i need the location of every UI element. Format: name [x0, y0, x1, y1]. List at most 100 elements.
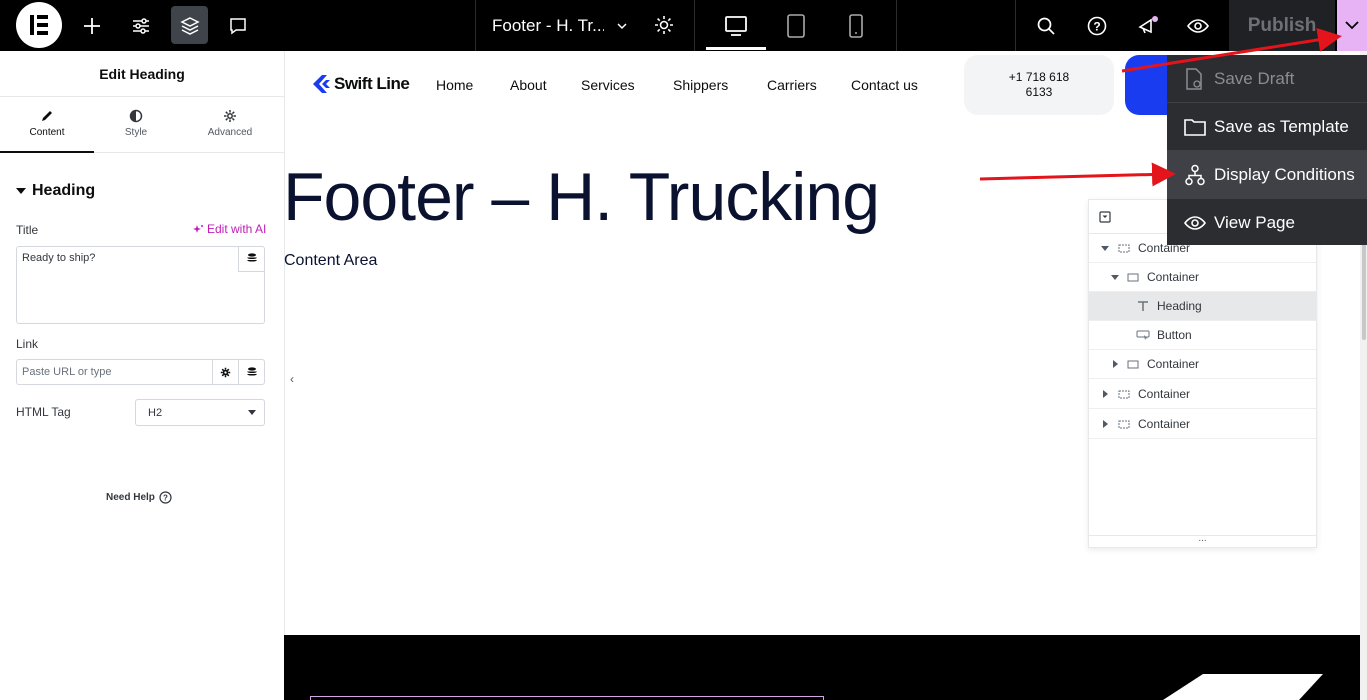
link-dynamic-tags-button[interactable]	[238, 359, 264, 385]
document-title-menu[interactable]: Footer - H. Tr...	[476, 0, 694, 51]
navigator-resize-handle[interactable]: ...	[1089, 534, 1316, 547]
publish-button[interactable]: Publish	[1229, 0, 1335, 51]
phone-button[interactable]: +1 718 618 6133	[964, 55, 1114, 115]
caret-right-icon	[1103, 420, 1108, 428]
layers-icon-wrap	[175, 0, 204, 51]
gear-icon[interactable]	[653, 14, 675, 36]
menu-item-label: Save as Template	[1214, 116, 1349, 136]
heading-t-icon	[1138, 301, 1148, 311]
chevron-down-icon	[1345, 21, 1359, 30]
sitemap-icon	[1185, 164, 1205, 185]
caret-down-icon	[16, 188, 26, 194]
navigator-item-selected[interactable]: Heading	[1089, 292, 1316, 321]
nav-contact-us[interactable]: Contact us	[851, 77, 918, 93]
structure-navigator: Container Container Heading Button Conta…	[1088, 199, 1317, 548]
site-logo[interactable]: Swift Line	[312, 74, 410, 94]
search-button[interactable]	[1032, 0, 1060, 51]
menu-item-save-draft[interactable]: Save Draft	[1167, 55, 1367, 103]
nav-about[interactable]: About	[510, 77, 547, 93]
navigator-item[interactable]: Container	[1089, 410, 1316, 439]
navigator-item[interactable]: Button	[1089, 321, 1316, 350]
page-heading[interactable]: Footer – H. Trucking	[283, 158, 880, 236]
mobile-icon	[849, 13, 863, 38]
container-icon	[1118, 420, 1130, 429]
html-tag-value: H2	[148, 407, 163, 419]
whats-new-button[interactable]	[1134, 0, 1162, 51]
database-icon	[247, 253, 257, 262]
section-heading-toggle[interactable]: Heading	[16, 182, 95, 200]
eye-icon	[1187, 18, 1209, 33]
active-device-indicator	[706, 47, 766, 50]
edit-with-ai-button[interactable]: Edit with AI	[193, 222, 266, 236]
link-label: Link	[16, 337, 39, 351]
section-heading-label: Heading	[32, 182, 96, 199]
nav-carriers[interactable]: Carriers	[767, 77, 817, 93]
desktop-view-button[interactable]	[706, 0, 766, 51]
gear-icon	[224, 110, 236, 122]
container-icon	[1127, 273, 1139, 282]
navigator-item-label: Heading	[1157, 299, 1202, 313]
elementor-logo-button[interactable]	[16, 2, 62, 48]
html-tag-select[interactable]: H2	[135, 399, 265, 426]
help-circle-icon: ?	[1087, 16, 1107, 35]
nav-services[interactable]: Services	[581, 77, 635, 93]
comments-button[interactable]	[224, 0, 252, 51]
publish-options-toggle[interactable]	[1337, 0, 1367, 51]
navigator-item[interactable]: Container	[1089, 350, 1316, 379]
title-textarea[interactable]: Ready to ship?	[16, 246, 265, 324]
phone-line-2: 6133	[1025, 85, 1053, 99]
mobile-view-button[interactable]	[826, 0, 886, 51]
arrow-to-display-conditions	[979, 162, 1176, 187]
nav-shippers[interactable]: Shippers	[673, 77, 728, 93]
publish-options-menu: Save Draft Save as Template Display Cond…	[1167, 55, 1367, 245]
link-options-button[interactable]	[212, 359, 238, 385]
tab-content-label: Content	[29, 127, 65, 138]
navigator-item-label: Container	[1147, 357, 1200, 371]
sparkle-icon	[193, 224, 203, 233]
phone-line-1: +1 718 618	[1008, 70, 1070, 84]
add-element-button[interactable]	[78, 0, 106, 51]
button-icon	[1136, 330, 1150, 340]
svg-text:?: ?	[1093, 19, 1100, 33]
navigator-item-label: Container	[1147, 270, 1200, 284]
help-circle-icon: ?	[159, 491, 172, 504]
title-label: Title	[16, 223, 39, 237]
database-icon	[246, 366, 257, 376]
comment-icon	[230, 17, 246, 34]
chevron-left-icon: ‹	[290, 372, 294, 386]
half-circle-icon	[129, 109, 143, 123]
menu-item-display-conditions[interactable]: Display Conditions	[1167, 151, 1367, 199]
dynamic-tags-button[interactable]	[238, 246, 265, 272]
sliders-icon	[133, 17, 149, 34]
menu-item-label: Display Conditions	[1214, 164, 1355, 184]
site-settings-button[interactable]	[127, 0, 155, 51]
navigator-item[interactable]: Container	[1089, 263, 1316, 292]
collapse-panel-button[interactable]: ‹	[285, 355, 299, 403]
caret-down-icon	[1111, 275, 1119, 280]
caret-right-icon	[1103, 390, 1108, 398]
menu-item-view-page[interactable]: View Page	[1167, 199, 1367, 247]
menu-item-save-as-template[interactable]: Save as Template	[1167, 103, 1367, 151]
collapse-all-icon[interactable]	[1099, 211, 1111, 223]
tablet-icon	[787, 13, 805, 38]
caret-right-icon	[1113, 360, 1118, 368]
navigator-item[interactable]: Container	[1089, 380, 1316, 409]
container-icon	[1127, 360, 1139, 369]
tab-advanced[interactable]: Advanced	[183, 97, 277, 153]
tab-style[interactable]: Style	[89, 97, 183, 153]
tab-style-label: Style	[124, 127, 148, 138]
preview-button[interactable]	[1184, 0, 1212, 51]
layers-icon	[179, 16, 200, 35]
eye-icon	[1184, 216, 1206, 230]
help-button[interactable]: ?	[1083, 0, 1111, 51]
chevron-down-icon	[617, 23, 627, 30]
tab-advanced-label: Advanced	[207, 127, 253, 138]
swift-line-logo-icon	[313, 75, 330, 93]
need-help-label: Need Help	[106, 492, 155, 503]
tablet-view-button[interactable]	[766, 0, 826, 51]
need-help-link[interactable]: Need Help ?	[106, 491, 172, 504]
desktop-icon	[725, 15, 747, 36]
nav-home[interactable]: Home	[436, 77, 473, 93]
folder-icon	[1184, 118, 1206, 136]
tab-content[interactable]: Content	[0, 97, 94, 153]
